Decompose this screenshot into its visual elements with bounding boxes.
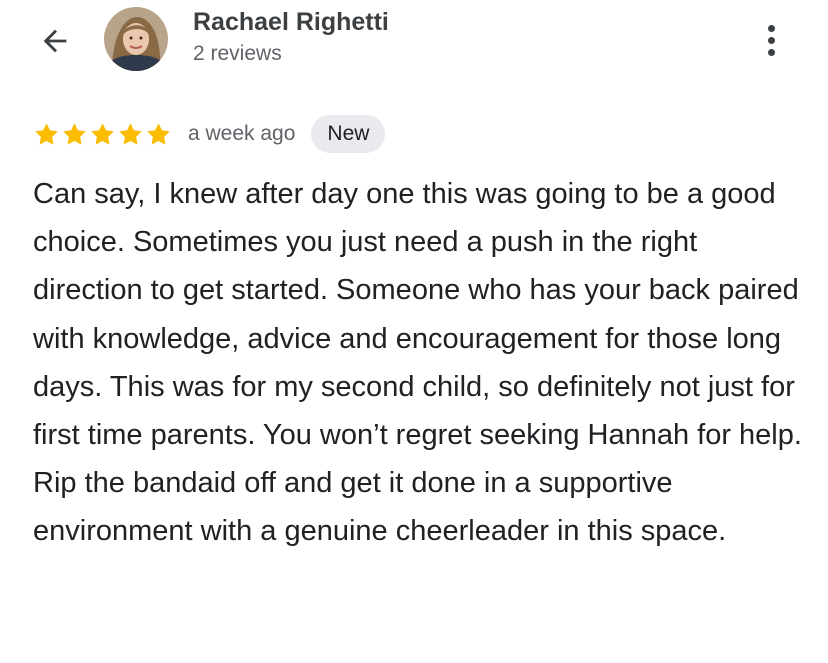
avatar-image [104, 7, 168, 71]
review-count[interactable]: 2 reviews [193, 42, 282, 66]
more-vertical-icon-dot [767, 36, 775, 44]
star-icon [119, 122, 142, 145]
more-vertical-icon-dot [767, 48, 775, 56]
star-rating [33, 121, 172, 148]
more-vertical-icon-dot [767, 24, 775, 32]
new-badge: New [311, 115, 386, 153]
reviewer-name[interactable]: Rachael Righetti [193, 8, 389, 37]
review-meta: a week ago New [33, 114, 386, 154]
star-icon [35, 122, 58, 145]
review-text: Can say, I knew after day one this was g… [33, 178, 802, 548]
avatar[interactable] [104, 7, 168, 71]
more-options-button[interactable] [755, 18, 787, 62]
star-icon [147, 122, 170, 145]
star-icon [91, 122, 114, 145]
star-icon [63, 122, 86, 145]
review-time: a week ago [188, 122, 296, 145]
back-button[interactable] [30, 16, 80, 66]
arrow-left-icon [43, 29, 67, 53]
review-header: Rachael Righetti 2 reviews [0, 0, 828, 90]
